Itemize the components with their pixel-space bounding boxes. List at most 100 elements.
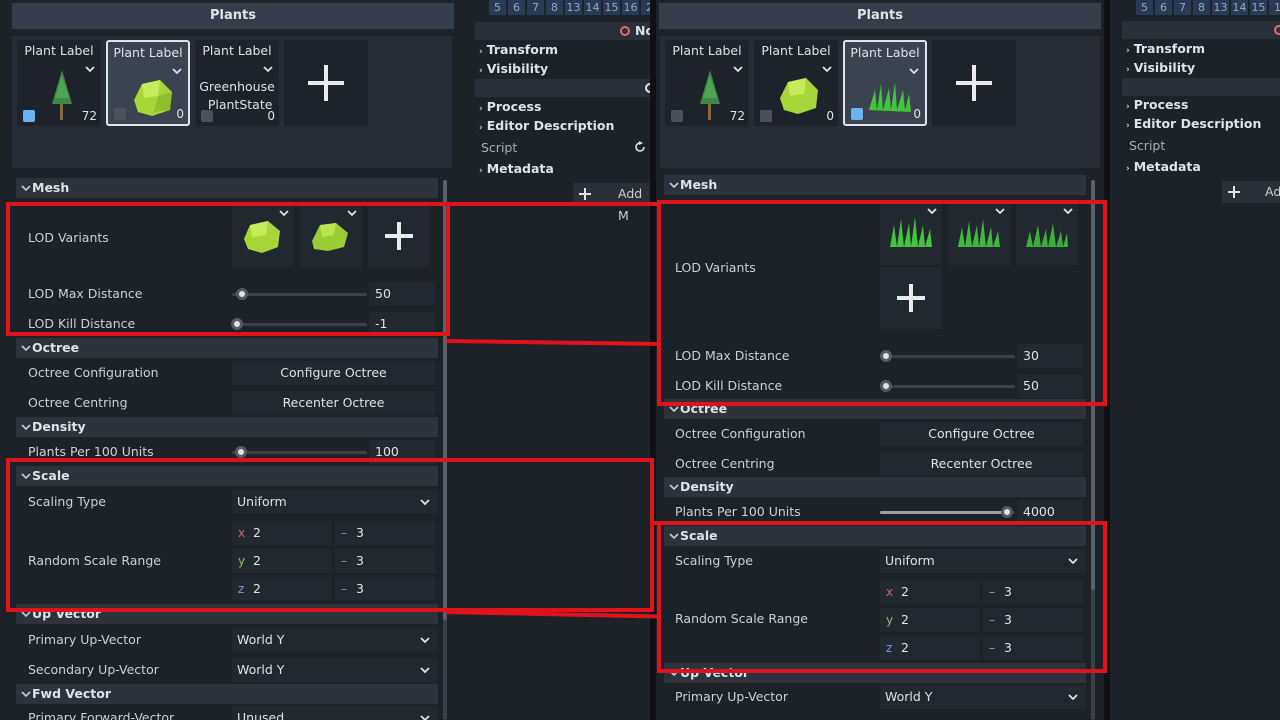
chevron-down-icon[interactable] — [85, 64, 95, 74]
layer-number[interactable]: 8 — [1193, 0, 1210, 15]
chevron-down-icon[interactable] — [263, 64, 273, 74]
layer-number[interactable]: 16 — [622, 0, 639, 15]
secondary-up-select[interactable]: World Y — [232, 658, 438, 682]
inspector-transform[interactable]: › Transform — [479, 42, 558, 57]
layer-number[interactable]: 2 — [641, 0, 650, 15]
inspector-metadata[interactable]: › Metadata — [1126, 159, 1201, 174]
primary-up-select[interactable]: World Y — [880, 685, 1086, 709]
plant-enabled-checkbox[interactable] — [671, 110, 683, 122]
plant-enabled-checkbox[interactable] — [760, 110, 772, 122]
inspector-editor-description[interactable]: › Editor Description — [479, 118, 614, 133]
section-density[interactable]: Density — [16, 417, 438, 437]
inspector-visibility[interactable]: › Visibility — [479, 61, 548, 76]
plant-count: 0 — [267, 109, 275, 123]
plant-card-1[interactable]: Plant Label 72 — [17, 40, 101, 126]
configure-octree-button[interactable]: Configure Octree — [880, 422, 1083, 446]
add-metadata-label: Ad — [1265, 184, 1280, 199]
plant-card-2[interactable]: Plant Label 0 — [106, 40, 190, 126]
primary-up-label: Primary Up-Vector — [28, 632, 141, 647]
inspector-item-label: Visibility — [1133, 60, 1196, 75]
layer-number[interactable]: 15 — [603, 0, 620, 15]
plant-card-1[interactable]: Plant Label 72 — [665, 40, 749, 126]
highlight-box-lod-right — [657, 200, 1107, 406]
chevron-down-icon[interactable] — [733, 64, 743, 74]
plants-grid: Plant Label 72 Plant Label 0 Plant Label — [660, 36, 1100, 168]
inspector-item-label: Metadata — [486, 161, 554, 176]
plant-count: 72 — [81, 109, 97, 123]
inspector-item-label: Transform — [1133, 41, 1206, 56]
plus-icon — [308, 65, 344, 101]
layer-number[interactable]: 14 — [584, 0, 601, 15]
layer-number[interactable]: 1 — [1269, 0, 1280, 15]
plant-card-2[interactable]: Plant Label 0 — [754, 40, 838, 126]
add-metadata-button[interactable]: Ad — [1222, 181, 1280, 203]
layer-number[interactable]: 14 — [1231, 0, 1248, 15]
inspector-item-label: Process — [1133, 97, 1189, 112]
primary-fwd-select[interactable]: Unused — [232, 706, 438, 720]
primary-up-label: Primary Up-Vector — [675, 689, 788, 704]
add-plant-button[interactable] — [284, 40, 368, 126]
plants-per-100-label: Plants Per 100 Units — [675, 504, 801, 519]
slider-grabber[interactable] — [235, 446, 247, 458]
dropdown-arrow-icon — [420, 637, 430, 644]
reload-icon[interactable] — [634, 141, 646, 153]
plants-per-100-slider[interactable] — [232, 451, 367, 454]
octree-configuration-label: Octree Configuration — [28, 365, 159, 380]
layer-number[interactable]: 6 — [508, 0, 525, 15]
rock-icon — [780, 78, 818, 114]
layer-number[interactable]: 7 — [527, 0, 544, 15]
layer-number[interactable]: 13 — [565, 0, 582, 15]
plant-label: Plant Label — [202, 43, 272, 58]
tree-icon — [52, 70, 72, 120]
inspector-process[interactable]: › Process — [1126, 97, 1188, 112]
grass-icon — [869, 82, 911, 112]
layer-number[interactable]: 8 — [546, 0, 563, 15]
inspector-transform[interactable]: › Transform — [1126, 41, 1205, 56]
plant-enabled-checkbox[interactable] — [851, 108, 863, 120]
plant-enabled-checkbox[interactable] — [114, 108, 126, 120]
section-fwd-vector[interactable]: Fwd Vector — [16, 684, 438, 704]
inspector-process[interactable]: › Process — [479, 99, 541, 114]
plant-card-3[interactable]: Plant Label Greenhouse _PlantState 0 — [195, 40, 279, 126]
recenter-octree-button[interactable]: Recenter Octree — [880, 452, 1083, 476]
configure-octree-button[interactable]: Configure Octree — [232, 361, 435, 385]
plants-per-100-label: Plants Per 100 Units — [28, 444, 154, 459]
section-density[interactable]: Density — [664, 477, 1086, 497]
highlight-connector — [450, 202, 657, 206]
plants-per-100-slider-fill — [880, 511, 1008, 514]
highlight-box-scale-left — [6, 458, 654, 612]
inspector-visibility[interactable]: › Visibility — [1126, 60, 1195, 75]
section-title: Fwd Vector — [32, 686, 111, 701]
chevron-down-icon — [21, 345, 31, 352]
panel-title: Plants — [12, 3, 454, 29]
layer-number[interactable]: 5 — [489, 0, 506, 15]
add-plant-button[interactable] — [932, 40, 1016, 126]
plant-card-3[interactable]: Plant Label 0 — [843, 40, 927, 126]
dropdown-arrow-icon — [420, 667, 430, 674]
plants-inspector-left: Plants Plant Label 72 Plant Label 0 Plan… — [0, 0, 455, 720]
inspector-item-label: Visibility — [486, 61, 549, 76]
plant-count: 0 — [176, 107, 184, 121]
section-mesh[interactable]: Mesh — [664, 175, 1086, 195]
layer-number[interactable]: 5 — [1136, 0, 1153, 15]
layer-number[interactable]: 7 — [1174, 0, 1191, 15]
layer-number[interactable]: 6 — [1155, 0, 1172, 15]
inspector-editor-description[interactable]: › Editor Description — [1126, 116, 1261, 131]
inspector-script-label: Script — [1129, 138, 1166, 153]
layer-number[interactable]: 13 — [1212, 0, 1229, 15]
recenter-octree-button[interactable]: Recenter Octree — [232, 391, 435, 415]
octree-configuration-label: Octree Configuration — [675, 426, 806, 441]
plant-enabled-checkbox[interactable] — [201, 110, 213, 122]
inspector-metadata[interactable]: › Metadata — [479, 161, 554, 176]
node-header-2 — [475, 79, 650, 97]
layer-number[interactable]: 15 — [1250, 0, 1267, 15]
chevron-down-icon[interactable] — [822, 64, 832, 74]
slider-grabber[interactable] — [1001, 506, 1013, 518]
primary-fwd-value: Unused — [237, 710, 285, 720]
plant-enabled-checkbox[interactable] — [23, 110, 35, 122]
section-title: Mesh — [32, 180, 70, 195]
primary-up-select[interactable]: World Y — [232, 628, 438, 652]
section-octree[interactable]: Octree — [16, 338, 438, 358]
inspector-item-label: Transform — [486, 42, 559, 57]
section-mesh[interactable]: Mesh — [16, 178, 438, 198]
